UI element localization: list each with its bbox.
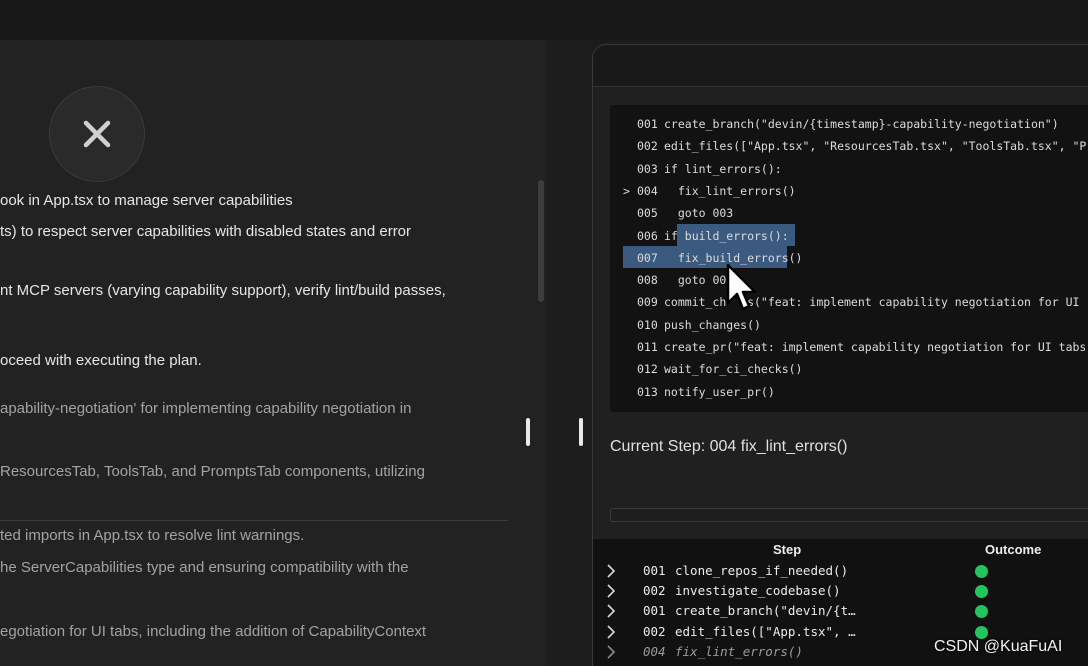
line-code: notify_user_pr() [664, 384, 775, 399]
plan-line: 005 goto 003 [610, 202, 1088, 224]
step-code: fix_lint_errors() [675, 643, 803, 659]
line-code: if lint_errors(): [664, 161, 782, 176]
step-number: 002 [643, 623, 666, 639]
step-number: 002 [643, 583, 666, 599]
plan-line: 012 wait_for_ci_checks() [610, 358, 1088, 380]
watermark: CSDN @KuaFuAI [934, 638, 1063, 655]
line-number: 006 [637, 228, 658, 243]
plan-code-block: 001 create_branch("devin/{timestamp}-capa… [610, 105, 1088, 412]
line-code: wait_for_ci_checks() [664, 362, 803, 377]
success-status-icon [975, 605, 988, 619]
step-number: 004 [643, 643, 666, 659]
chevron-right-icon[interactable] [605, 581, 617, 601]
chevron-right-icon[interactable] [605, 561, 617, 581]
step-code: investigate_codebase() [675, 583, 841, 599]
line-code: goto 003 [664, 206, 734, 221]
chat-message-line: ts) to respect server capabilities with … [0, 223, 412, 240]
chevron-right-icon[interactable] [605, 622, 617, 642]
line-number: 002 [637, 139, 658, 154]
panel-header [593, 45, 1088, 87]
plan-line: 006 if build_errors(): [610, 225, 1088, 247]
plan-line: 013 notify_user_pr() [610, 381, 1088, 403]
step-code: edit_files(["App.tsx", … [675, 623, 856, 639]
line-code: fix_lint_errors() [664, 183, 796, 198]
success-status-icon [975, 625, 988, 639]
split-gutter [546, 40, 592, 666]
close-icon [83, 120, 111, 148]
chevron-right-icon[interactable] [605, 601, 617, 621]
chevron-right-icon[interactable] [605, 642, 617, 662]
line-number: 005 [637, 206, 658, 221]
divider [0, 520, 508, 521]
plan-line: 007 fix_build_errors() [610, 247, 1088, 269]
chat-message-line: nt MCP servers (varying capability suppo… [0, 282, 446, 299]
plan-line: 002 edit_files(["App.tsx", "ResourcesTab.… [610, 135, 1088, 157]
chat-message-line: ted imports in App.tsx to resolve lint w… [0, 527, 305, 544]
plan-line: 010 push_changes() [610, 314, 1088, 336]
plan-line: 001 create_branch("devin/{timestamp}-capa… [610, 113, 1088, 135]
left-resize-handle[interactable] [526, 418, 530, 446]
line-number: 011 [637, 340, 658, 354]
mouse-pointer-icon [726, 263, 757, 311]
line-number: 007 [637, 250, 658, 265]
line-number: 008 [637, 273, 658, 288]
current-line-marker: > [623, 183, 630, 198]
success-status-icon [975, 565, 988, 578]
plan-line: 009 commit_ch s("feat: implement capabili… [610, 291, 1088, 313]
chat-scrollbar[interactable] [538, 180, 544, 302]
line-number: 003 [637, 161, 658, 176]
line-code: create_branch("devin/{timestamp}-capabil… [664, 117, 1059, 131]
chat-message-line: he ServerCapabilities type and ensuring … [0, 559, 409, 576]
plan-line: 003 if lint_errors(): [610, 158, 1088, 180]
table-header-step: Step [773, 542, 802, 557]
line-number: 009 [637, 295, 658, 310]
chat-message-line: apability-negotiation' for implementing … [0, 400, 412, 417]
step-number: 001 [643, 603, 666, 619]
chat-message-line: ResourcesTab, ToolsTab, and PromptsTab c… [0, 463, 425, 480]
close-button[interactable] [49, 86, 145, 182]
table-header-outcome: Outcome [985, 542, 1042, 557]
table-row[interactable]: 001 clone_repos_if_needed() [593, 561, 1088, 581]
top-bar [0, 0, 1088, 40]
line-code: edit_files(["App.tsx", "ResourcesTab.tsx… [664, 139, 1088, 154]
line-number: 010 [637, 317, 658, 332]
plan-line: 011 create_pr("feat: implement capability… [610, 336, 1088, 358]
line-code: push_changes() [664, 317, 761, 332]
line-number: 012 [637, 362, 658, 377]
step-number: 001 [643, 563, 666, 578]
success-status-icon [975, 585, 988, 599]
line-number: 013 [637, 384, 658, 399]
line-number: 001 [637, 117, 658, 131]
chat-pane: ook in App.tsx to manage server capabili… [0, 40, 546, 666]
step-code: clone_repos_if_needed() [675, 563, 849, 578]
chat-message-line: oceed with executing the plan. [0, 352, 202, 369]
progress-bar [610, 508, 1088, 522]
plan-line: >004 fix_lint_errors() [610, 180, 1088, 202]
step-code: create_branch("devin/{t… [675, 603, 856, 619]
plan-line: 008 goto 00 [610, 269, 1088, 291]
chat-message-line: egotiation for UI tabs, including the ad… [0, 623, 427, 640]
plan-panel: 001 create_branch("devin/{timestamp}-capa… [592, 44, 1088, 666]
table-row[interactable]: 001 create_branch("devin/{t… [593, 601, 1088, 621]
line-code: create_pr("feat: implement capability ne… [664, 340, 1088, 354]
chat-message-line: ook in App.tsx to manage server capabili… [0, 192, 293, 209]
line-number: 004 [637, 183, 658, 198]
line-code: if build_errors(): [664, 228, 789, 243]
table-row[interactable]: 002 investigate_codebase() [593, 581, 1088, 601]
right-resize-handle[interactable] [579, 418, 583, 446]
line-code: goto 00 [664, 273, 727, 288]
current-step-label: Current Step: 004 fix_lint_errors() [610, 438, 848, 455]
